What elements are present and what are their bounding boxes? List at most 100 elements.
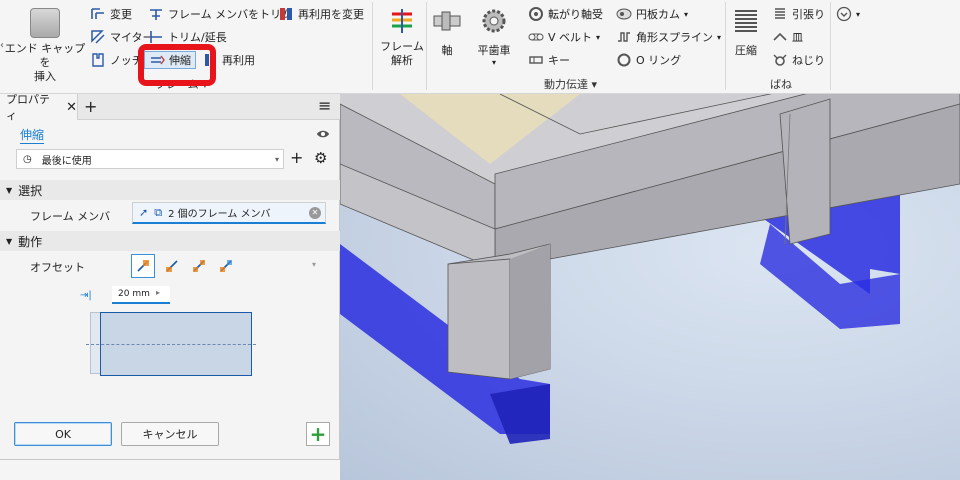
section-action-label: 動作	[18, 234, 43, 249]
reuse-change-button[interactable]: 再利用を変更	[278, 5, 364, 23]
tab-properties[interactable]: プロパティ ✕	[0, 93, 78, 122]
frame-analysis-button[interactable]: フレーム 解析	[378, 4, 426, 72]
mini-arrow-icon: ‹	[0, 40, 4, 51]
bearing-button[interactable]: 転がり軸受	[528, 5, 603, 23]
end-cap-label-1: エンド キャップを	[4, 42, 86, 69]
panel-menu-icon[interactable]: ≡	[318, 96, 331, 115]
bearing-label: 転がり軸受	[548, 8, 603, 21]
spline-button[interactable]: 角形スプライン ▾	[616, 28, 721, 46]
end-cap-label-2: 挿入	[34, 70, 56, 83]
section-select[interactable]: ▼ 選択	[0, 180, 340, 200]
offset-value-expand-icon[interactable]: ▸	[156, 288, 160, 297]
change-button[interactable]: 変更	[90, 5, 132, 23]
panel-tab-bar: プロパティ ✕ + ≡	[0, 93, 340, 122]
v-belt-button[interactable]: V ベルト ▾	[528, 28, 600, 46]
circle-chevron-down-icon	[836, 6, 852, 22]
bearing-icon	[529, 7, 543, 21]
frame-member-selector[interactable]: ➚ ⧉ 2 個のフレーム メンバ ✕	[132, 202, 326, 224]
shaft-label: 軸	[441, 44, 453, 57]
frame-analysis-label-1: フレーム	[380, 40, 424, 53]
offset-value: 20 mm	[118, 289, 150, 299]
command-name[interactable]: 伸縮	[20, 126, 45, 144]
power-transmission-group-title: 動力伝達 ▾	[544, 78, 598, 91]
end-cap-icon	[30, 8, 60, 38]
tension-spring-button[interactable]: 引張り	[772, 5, 825, 23]
compression-spring-button[interactable]: 圧縮	[728, 4, 764, 64]
shaft-button[interactable]: 軸	[430, 4, 464, 64]
torsion-spring-label: ねじり	[792, 54, 825, 67]
disc-cam-button[interactable]: 円板カム ▾	[616, 5, 688, 23]
offset-mode-1-button[interactable]	[131, 254, 155, 278]
offset-mode-4-button[interactable]	[214, 254, 238, 278]
gear-icon	[482, 9, 506, 33]
tension-spring-icon	[775, 8, 785, 19]
spur-gear-dropdown-icon: ▾	[491, 58, 496, 67]
close-icon[interactable]: ✕	[66, 100, 77, 115]
frame-model-graphic	[340, 94, 960, 444]
spur-gear-button[interactable]: 平歯車 ▾	[472, 4, 516, 70]
belleville-spring-icon	[773, 32, 787, 41]
disc-cam-dropdown-icon: ▾	[684, 9, 689, 19]
property-panel: プロパティ ✕ + ≡ 伸縮 ◷ 最後に使用 ▾ + ⚙ ▼ 選択 フレーム メ…	[0, 93, 340, 460]
reuse-label: 再利用	[222, 54, 255, 67]
gear-icon[interactable]: ⚙	[314, 149, 327, 167]
trim-extend-label: トリム/延長	[168, 31, 227, 44]
section-action[interactable]: ▼ 動作	[0, 231, 340, 251]
spline-dropdown-icon: ▾	[717, 32, 722, 42]
end-cap-button[interactable]: エンド キャップを 挿入	[2, 2, 85, 83]
notch-button[interactable]: ノッチ	[90, 51, 143, 69]
apply-plus-button[interactable]: +	[306, 422, 330, 446]
model-viewport[interactable]	[340, 94, 960, 480]
offset-dropdown-icon[interactable]: ▾	[312, 260, 316, 269]
lengthen-highlight	[138, 44, 216, 86]
shaft-icon	[433, 11, 461, 31]
ribbon-options-button[interactable]: ▾	[836, 5, 860, 23]
section-collapse-icon: ▼	[6, 185, 13, 195]
ok-button[interactable]: OK	[14, 422, 112, 446]
cancel-button[interactable]: キャンセル	[121, 422, 219, 446]
o-ring-icon	[617, 53, 631, 67]
dimension-arrow-icon: ⇥|	[80, 290, 92, 301]
v-belt-label: V ベルト	[548, 31, 593, 44]
offset-value-field[interactable]: 20 mm	[112, 286, 170, 304]
o-ring-button[interactable]: O リング	[616, 51, 681, 69]
springs-group-title: ばね	[770, 78, 792, 91]
frame-analysis-label-2: 解析	[391, 54, 413, 67]
cursor-arrow-icon: ➚	[139, 206, 149, 219]
v-belt-dropdown-icon: ▾	[596, 32, 601, 42]
section-select-label: 選択	[18, 183, 43, 198]
torsion-spring-icon	[773, 54, 787, 66]
change-label: 変更	[110, 8, 132, 21]
tab-properties-label: プロパティ	[6, 93, 50, 122]
spline-icon	[618, 32, 630, 42]
extend-one-end-icon	[137, 260, 149, 272]
chevron-down-icon: ▾	[274, 154, 279, 164]
offset-mode-2-button[interactable]	[160, 254, 184, 278]
eye-icon[interactable]	[316, 127, 330, 141]
torsion-spring-button[interactable]: ねじり	[772, 51, 825, 69]
belleville-spring-button[interactable]: 皿	[772, 28, 803, 46]
add-tab-icon[interactable]: +	[84, 97, 97, 116]
ribbon-options-dropdown-icon: ▾	[856, 9, 861, 19]
key-icon	[529, 56, 543, 64]
offset-preview: ⇥| 20 mm ▸	[80, 284, 260, 380]
miter-icon	[91, 30, 105, 44]
cam-icon	[616, 8, 632, 20]
history-icon: ◷	[23, 153, 32, 165]
frame-member-value: 2 個のフレーム メンバ	[168, 209, 271, 220]
cube-icon: ⧉	[154, 205, 163, 219]
disc-cam-label: 円板カム	[636, 8, 680, 21]
ribbon: エンド キャップを 挿入 ‹ 変更 フレーム メンバをトリム 再利用を変更 マイ…	[0, 0, 960, 94]
trim-member-button[interactable]: フレーム メンバをトリム	[148, 5, 292, 23]
key-label: キー	[548, 54, 570, 67]
o-ring-label: O リング	[636, 54, 682, 67]
extend-both-ends-icon	[193, 260, 205, 272]
key-button[interactable]: キー	[528, 51, 570, 69]
preview-centerline	[86, 344, 256, 345]
add-preset-icon[interactable]: +	[290, 148, 303, 167]
preset-select[interactable]: ◷ 最後に使用 ▾	[16, 149, 284, 169]
clear-icon[interactable]: ✕	[309, 206, 321, 219]
offset-mode-3-button[interactable]	[187, 254, 211, 278]
tension-spring-label: 引張り	[792, 8, 825, 21]
change-frame-icon	[91, 8, 104, 19]
